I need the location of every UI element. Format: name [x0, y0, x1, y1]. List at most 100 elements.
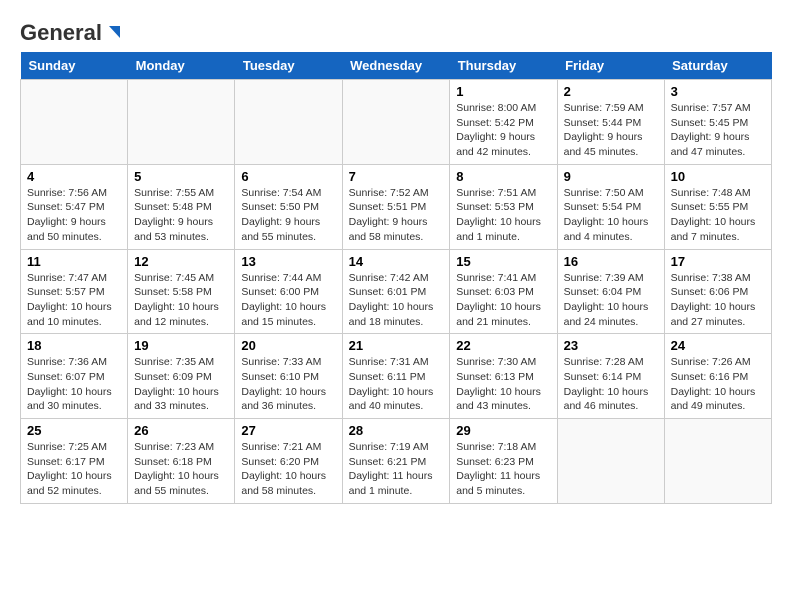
- day-number: 25: [27, 423, 121, 438]
- day-info: Sunrise: 7:31 AM Sunset: 6:11 PM Dayligh…: [349, 355, 444, 414]
- day-info: Sunrise: 7:30 AM Sunset: 6:13 PM Dayligh…: [456, 355, 550, 414]
- calendar-cell: [664, 419, 771, 504]
- calendar-cell: 19 Sunrise: 7:35 AM Sunset: 6:09 PM Dayli…: [128, 334, 235, 419]
- calendar-cell: 22 Sunrise: 7:30 AM Sunset: 6:13 PM Dayli…: [450, 334, 557, 419]
- calendar-cell: 26 Sunrise: 7:23 AM Sunset: 6:18 PM Dayli…: [128, 419, 235, 504]
- calendar-cell: 18 Sunrise: 7:36 AM Sunset: 6:07 PM Dayli…: [21, 334, 128, 419]
- calendar-cell: 2Sunrise: 7:59 AM Sunset: 5:44 PM Daylig…: [557, 80, 664, 165]
- day-info: Sunrise: 7:55 AM Sunset: 5:48 PM Dayligh…: [134, 186, 228, 245]
- weekday-header-sunday: Sunday: [21, 52, 128, 80]
- day-number: 1: [456, 84, 550, 99]
- day-number: 11: [27, 254, 121, 269]
- day-number: 3: [671, 84, 765, 99]
- calendar-cell: [342, 80, 450, 165]
- day-number: 13: [241, 254, 335, 269]
- day-info: Sunrise: 7:56 AM Sunset: 5:47 PM Dayligh…: [27, 186, 121, 245]
- calendar-cell: 27 Sunrise: 7:21 AM Sunset: 6:20 PM Dayli…: [235, 419, 342, 504]
- weekday-header-thursday: Thursday: [450, 52, 557, 80]
- day-info: Sunrise: 7:44 AM Sunset: 6:00 PM Dayligh…: [241, 271, 335, 330]
- calendar-week-row: 1 Sunrise: 8:00 AM Sunset: 5:42 PM Daylig…: [21, 80, 772, 165]
- calendar-cell: 8 Sunrise: 7:51 AM Sunset: 5:53 PM Daylig…: [450, 164, 557, 249]
- calendar-cell: 9 Sunrise: 7:50 AM Sunset: 5:54 PM Daylig…: [557, 164, 664, 249]
- day-info: Sunrise: 7:50 AM Sunset: 5:54 PM Dayligh…: [564, 186, 658, 245]
- header: General: [20, 20, 772, 42]
- calendar-week-row: 4 Sunrise: 7:56 AM Sunset: 5:47 PM Daylig…: [21, 164, 772, 249]
- day-number: 6: [241, 169, 335, 184]
- day-number: 4: [27, 169, 121, 184]
- day-number: 21: [349, 338, 444, 353]
- weekday-header-friday: Friday: [557, 52, 664, 80]
- day-info: Sunrise: 7:25 AM Sunset: 6:17 PM Dayligh…: [27, 440, 121, 499]
- logo-icon: [104, 24, 122, 42]
- calendar-cell: 6 Sunrise: 7:54 AM Sunset: 5:50 PM Daylig…: [235, 164, 342, 249]
- weekday-header-wednesday: Wednesday: [342, 52, 450, 80]
- day-info: Sunrise: 7:21 AM Sunset: 6:20 PM Dayligh…: [241, 440, 335, 499]
- day-info: Sunrise: 7:36 AM Sunset: 6:07 PM Dayligh…: [27, 355, 121, 414]
- day-number: 5: [134, 169, 228, 184]
- day-number: 29: [456, 423, 550, 438]
- day-number: 10: [671, 169, 765, 184]
- calendar-cell: 23Sunrise: 7:28 AM Sunset: 6:14 PM Dayli…: [557, 334, 664, 419]
- logo-general: General: [20, 20, 102, 46]
- day-number: 9: [564, 169, 658, 184]
- calendar-week-row: 25 Sunrise: 7:25 AM Sunset: 6:17 PM Dayli…: [21, 419, 772, 504]
- day-info: Sunrise: 7:42 AM Sunset: 6:01 PM Dayligh…: [349, 271, 444, 330]
- calendar-cell: 1 Sunrise: 8:00 AM Sunset: 5:42 PM Daylig…: [450, 80, 557, 165]
- day-number: 20: [241, 338, 335, 353]
- calendar-cell: 16 Sunrise: 7:39 AM Sunset: 6:04 PM Dayli…: [557, 249, 664, 334]
- weekday-header-saturday: Saturday: [664, 52, 771, 80]
- day-info: Sunrise: 7:47 AM Sunset: 5:57 PM Dayligh…: [27, 271, 121, 330]
- calendar-cell: [21, 80, 128, 165]
- calendar-week-row: 11 Sunrise: 7:47 AM Sunset: 5:57 PM Dayli…: [21, 249, 772, 334]
- day-info: Sunrise: 7:54 AM Sunset: 5:50 PM Dayligh…: [241, 186, 335, 245]
- day-info: Sunrise: 7:35 AM Sunset: 6:09 PM Dayligh…: [134, 355, 228, 414]
- day-info: Sunrise: 7:19 AM Sunset: 6:21 PM Dayligh…: [349, 440, 444, 499]
- day-number: 27: [241, 423, 335, 438]
- day-number: 16: [564, 254, 658, 269]
- day-number: 7: [349, 169, 444, 184]
- calendar-cell: 13 Sunrise: 7:44 AM Sunset: 6:00 PM Dayli…: [235, 249, 342, 334]
- day-info: Sunrise: 7:26 AM Sunset: 6:16 PM Dayligh…: [671, 355, 765, 414]
- day-info: Sunrise: 7:38 AM Sunset: 6:06 PM Dayligh…: [671, 271, 765, 330]
- calendar-cell: [128, 80, 235, 165]
- calendar-cell: 24 Sunrise: 7:26 AM Sunset: 6:16 PM Dayli…: [664, 334, 771, 419]
- calendar-cell: 12 Sunrise: 7:45 AM Sunset: 5:58 PM Dayli…: [128, 249, 235, 334]
- calendar-cell: 4 Sunrise: 7:56 AM Sunset: 5:47 PM Daylig…: [21, 164, 128, 249]
- day-number: 8: [456, 169, 550, 184]
- calendar-table: SundayMondayTuesdayWednesdayThursdayFrid…: [20, 52, 772, 504]
- calendar-cell: [557, 419, 664, 504]
- logo: General: [20, 20, 124, 42]
- day-info: Sunrise: 7:52 AM Sunset: 5:51 PM Dayligh…: [349, 186, 444, 245]
- calendar-week-row: 18 Sunrise: 7:36 AM Sunset: 6:07 PM Dayli…: [21, 334, 772, 419]
- calendar-cell: 5 Sunrise: 7:55 AM Sunset: 5:48 PM Daylig…: [128, 164, 235, 249]
- day-number: 17: [671, 254, 765, 269]
- day-info: Sunrise: 7:18 AM Sunset: 6:23 PM Dayligh…: [456, 440, 550, 499]
- day-number: 19: [134, 338, 228, 353]
- day-number: 23: [564, 338, 658, 353]
- calendar-cell: 21 Sunrise: 7:31 AM Sunset: 6:11 PM Dayli…: [342, 334, 450, 419]
- day-number: 26: [134, 423, 228, 438]
- weekday-header-monday: Monday: [128, 52, 235, 80]
- day-info: Sunrise: 7:45 AM Sunset: 5:58 PM Dayligh…: [134, 271, 228, 330]
- calendar-cell: 15Sunrise: 7:41 AM Sunset: 6:03 PM Dayli…: [450, 249, 557, 334]
- day-info: Sunrise: 7:23 AM Sunset: 6:18 PM Dayligh…: [134, 440, 228, 499]
- page-container: General SundayMondayTuesdayWednesdayThur…: [20, 20, 772, 504]
- day-info: Sunrise: 7:33 AM Sunset: 6:10 PM Dayligh…: [241, 355, 335, 414]
- day-number: 14: [349, 254, 444, 269]
- calendar-cell: 28Sunrise: 7:19 AM Sunset: 6:21 PM Dayli…: [342, 419, 450, 504]
- calendar-cell: 3Sunrise: 7:57 AM Sunset: 5:45 PM Daylig…: [664, 80, 771, 165]
- day-number: 22: [456, 338, 550, 353]
- day-info: Sunrise: 7:59 AM Sunset: 5:44 PM Dayligh…: [564, 101, 658, 160]
- calendar-cell: 29 Sunrise: 7:18 AM Sunset: 6:23 PM Dayli…: [450, 419, 557, 504]
- day-info: Sunrise: 7:39 AM Sunset: 6:04 PM Dayligh…: [564, 271, 658, 330]
- day-number: 12: [134, 254, 228, 269]
- day-number: 18: [27, 338, 121, 353]
- calendar-cell: 14 Sunrise: 7:42 AM Sunset: 6:01 PM Dayli…: [342, 249, 450, 334]
- calendar-cell: 10Sunrise: 7:48 AM Sunset: 5:55 PM Dayli…: [664, 164, 771, 249]
- day-number: 24: [671, 338, 765, 353]
- calendar-cell: [235, 80, 342, 165]
- day-info: Sunrise: 7:51 AM Sunset: 5:53 PM Dayligh…: [456, 186, 550, 245]
- calendar-cell: 17 Sunrise: 7:38 AM Sunset: 6:06 PM Dayli…: [664, 249, 771, 334]
- day-info: Sunrise: 8:00 AM Sunset: 5:42 PM Dayligh…: [456, 101, 550, 160]
- calendar-cell: 7 Sunrise: 7:52 AM Sunset: 5:51 PM Daylig…: [342, 164, 450, 249]
